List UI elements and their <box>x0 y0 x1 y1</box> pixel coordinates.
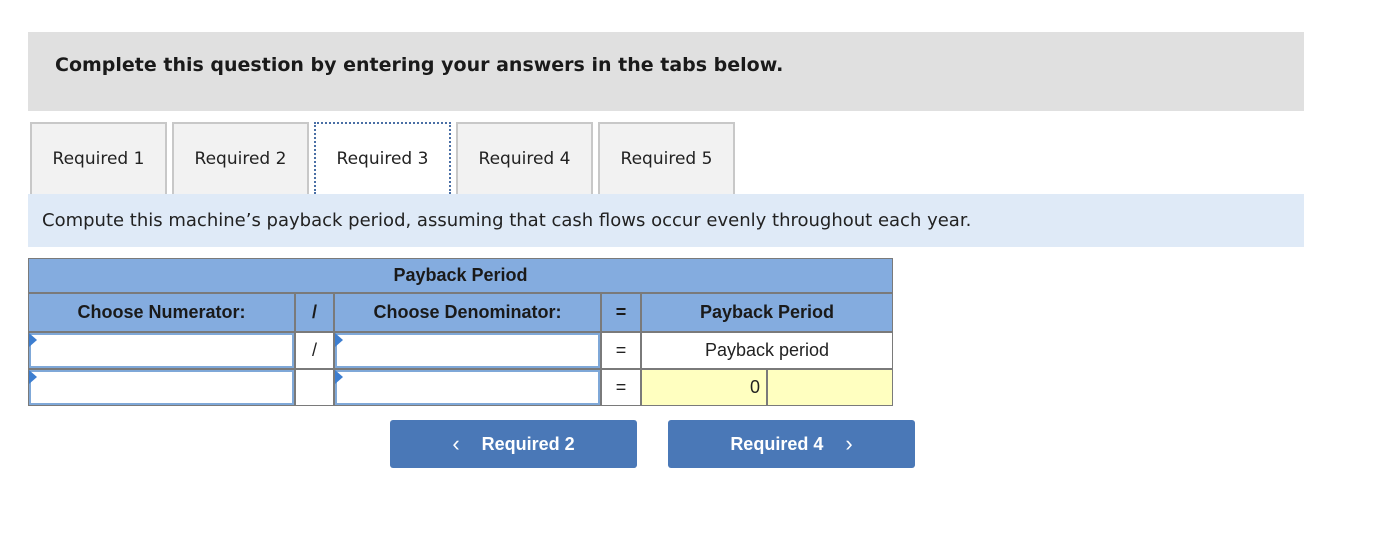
instructions-text: Complete this question by entering your … <box>55 54 784 76</box>
table-title: Payback Period <box>28 258 893 293</box>
next-button-label: Required 4 <box>730 433 824 454</box>
row1-divide: / <box>295 332 334 369</box>
row1-numerator-dropdown[interactable] <box>29 333 294 368</box>
tab-required-3[interactable]: Required 3 <box>314 122 451 194</box>
tab-required-1[interactable]: Required 1 <box>30 122 167 194</box>
header-numerator: Choose Numerator: <box>28 293 295 332</box>
row1-denominator-cell <box>334 332 601 369</box>
instructions-banner: Complete this question by entering your … <box>28 32 1304 111</box>
row1-numerator-cell <box>28 332 295 369</box>
tab-required-2[interactable]: Required 2 <box>172 122 309 194</box>
chevron-right-icon: › <box>845 431 853 456</box>
row2-result-value[interactable]: 0 <box>641 369 767 406</box>
tab-required-4[interactable]: Required 4 <box>456 122 593 194</box>
row2-numerator-input[interactable] <box>31 372 292 403</box>
row2-numerator-cell <box>28 369 295 406</box>
header-result: Payback Period <box>641 293 893 332</box>
tab-required-5[interactable]: Required 5 <box>598 122 735 194</box>
row1-denominator-input[interactable] <box>337 335 598 366</box>
prev-required-button[interactable]: ‹ Required 2 <box>390 420 637 468</box>
prev-button-label: Required 2 <box>481 433 575 454</box>
row1-equals: = <box>601 332 641 369</box>
question-prompt: Compute this machine’s payback period, a… <box>28 194 1304 247</box>
row1-denominator-dropdown[interactable] <box>335 333 600 368</box>
row2-divide <box>295 369 334 406</box>
next-required-button[interactable]: Required 4 › <box>668 420 915 468</box>
chevron-left-icon: ‹ <box>452 431 460 456</box>
prompt-text: Compute this machine’s payback period, a… <box>42 210 972 231</box>
row2-equals: = <box>601 369 641 406</box>
row2-result-unit[interactable] <box>767 369 893 406</box>
row1-result-label: Payback period <box>641 332 893 369</box>
row2-numerator-dropdown[interactable] <box>29 370 294 405</box>
header-denominator: Choose Denominator: <box>334 293 601 332</box>
row2-denominator-cell <box>334 369 601 406</box>
row2-denominator-input[interactable] <box>337 372 598 403</box>
row1-numerator-input[interactable] <box>31 335 292 366</box>
row2-denominator-dropdown[interactable] <box>335 370 600 405</box>
header-equals: = <box>601 293 641 332</box>
header-divide: / <box>295 293 334 332</box>
